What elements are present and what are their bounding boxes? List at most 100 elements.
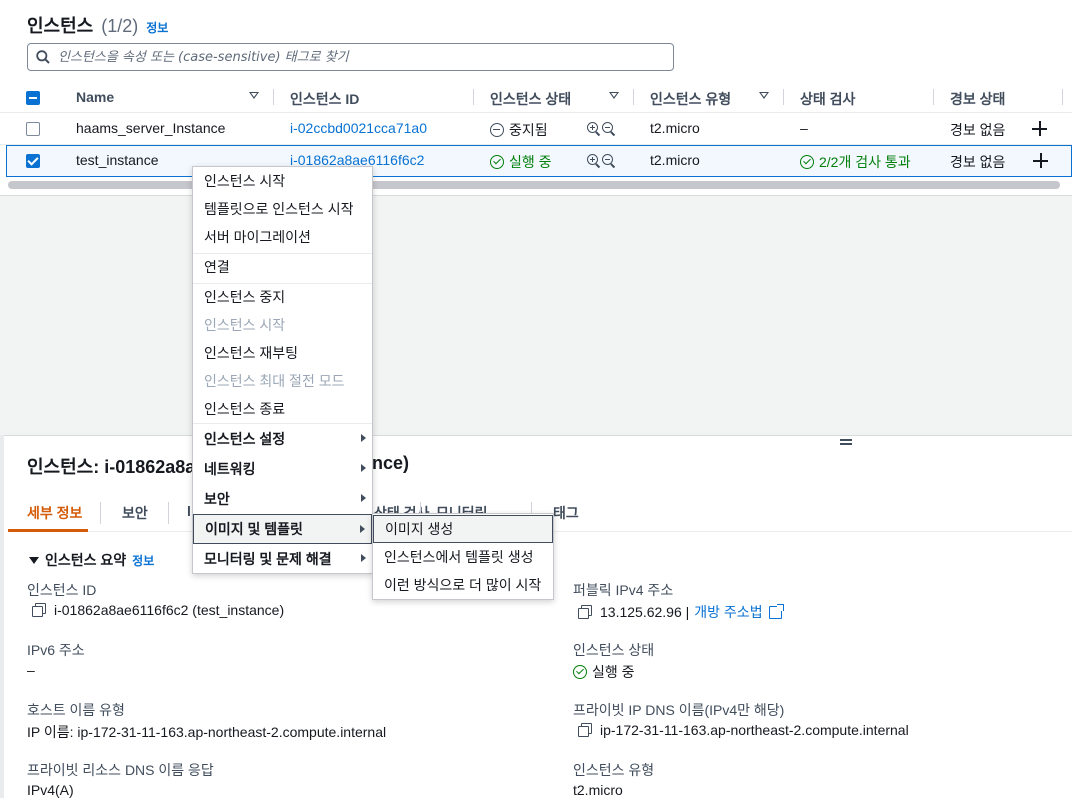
submenu-item-create-template[interactable]: 인스턴스에서 템플릿 생성 — [373, 543, 553, 571]
hostname-type-label: 호스트 이름 유형 — [27, 702, 125, 718]
search-input[interactable] — [58, 49, 658, 65]
instance-state-label: 실행 중 — [509, 154, 552, 170]
details-title: 인스턴스: i-01862a8a — [27, 457, 196, 477]
check-passed-icon — [800, 155, 814, 169]
sort-state-icon[interactable] — [609, 92, 619, 99]
summary-title: 인스턴스 요약 — [45, 552, 127, 568]
selection-count: (1/2) — [101, 16, 139, 36]
tab-divider — [168, 502, 169, 524]
menu-item-monitor-and-troubleshoot[interactable]: 모니터링 및 문제 해결 — [193, 544, 372, 574]
menu-item-networking[interactable]: 네트워킹 — [193, 454, 372, 484]
horizontal-scrollbar[interactable] — [8, 181, 1060, 189]
submenu-arrow-icon — [360, 525, 365, 533]
info-link[interactable]: 정보 — [146, 19, 168, 36]
menu-item-label: 네트워킹 — [204, 461, 256, 477]
instance-id-value: i-01862a8ae6116f6c2 (test_instance) — [32, 602, 284, 618]
column-divider[interactable] — [273, 89, 274, 105]
column-header-name[interactable]: Name — [76, 89, 114, 105]
private-ip-dns-value: ip-172-31-11-163.ap-northeast-2.compute.… — [578, 722, 909, 738]
column-header-alarm-status[interactable]: 경보 상태 — [950, 89, 1005, 109]
state-zoom-controls — [587, 122, 616, 137]
submenu-item-launch-more-like-this[interactable]: 이런 방식으로 더 많이 시작 — [373, 571, 553, 599]
image-templates-submenu: 이미지 생성 인스턴스에서 템플릿 생성 이런 방식으로 더 많이 시작 — [372, 513, 554, 600]
menu-item-terminate-instance[interactable]: 인스턴스 종료 — [193, 395, 372, 423]
add-alarm-icon[interactable] — [1033, 153, 1048, 168]
external-link-icon[interactable] — [768, 603, 784, 619]
instance-state: 중지됨 — [490, 120, 548, 140]
instance-state-label: 인스턴스 상태 — [573, 642, 655, 658]
menu-item-launch-instance[interactable]: 인스턴스 시작 — [193, 167, 372, 195]
zoom-in-icon[interactable] — [587, 154, 601, 169]
private-ip-dns-text: ip-172-31-11-163.ap-northeast-2.compute.… — [600, 722, 909, 738]
menu-item-image-and-templates[interactable]: 이미지 및 템플릿 — [193, 514, 372, 544]
menu-item-start-instance[interactable]: 인스턴스 시작 — [193, 311, 372, 339]
copy-icon[interactable] — [578, 723, 592, 737]
submenu-arrow-icon — [361, 434, 366, 442]
row-checkbox[interactable] — [26, 154, 40, 168]
search-bar[interactable] — [27, 43, 674, 71]
column-divider[interactable] — [933, 89, 934, 105]
instance-name: haams_server_Instance — [76, 120, 226, 136]
select-all-checkbox[interactable] — [26, 91, 40, 105]
menu-item-reboot-instance[interactable]: 인스턴스 재부팅 — [193, 339, 372, 367]
submenu-item-create-image[interactable]: 이미지 생성 — [373, 515, 553, 543]
alarm-status: 경보 없음 — [950, 122, 1006, 138]
row-checkbox[interactable] — [26, 122, 40, 136]
running-icon — [573, 665, 587, 679]
menu-item-launch-from-template[interactable]: 템플릿으로 인스턴스 시작 — [193, 195, 372, 223]
page-title: 인스턴스 — [27, 16, 94, 36]
menu-item-label: 인스턴스 설정 — [204, 431, 286, 447]
zoom-in-icon[interactable] — [587, 122, 601, 137]
table-row-selected[interactable]: test_instance i-01862a8ae6116f6c2 실행 중 t… — [6, 145, 1072, 177]
column-header-instance-id[interactable]: 인스턴스 ID — [290, 89, 359, 109]
submenu-arrow-icon — [361, 494, 366, 502]
instance-id-text: i-01862a8ae6116f6c2 (test_instance) — [54, 602, 285, 618]
tab-tags[interactable]: 태그 — [553, 503, 579, 523]
summary-header[interactable]: 인스턴스 요약 정보 — [29, 550, 154, 570]
instance-state-label: 중지됨 — [509, 122, 548, 138]
column-divider[interactable] — [473, 89, 474, 105]
column-divider[interactable] — [1062, 89, 1063, 105]
copy-icon[interactable] — [32, 603, 46, 617]
sort-name-icon[interactable] — [249, 92, 259, 99]
instance-state-value: 실행 중 — [573, 662, 635, 682]
instance-state-text: 실행 중 — [592, 664, 635, 680]
sort-type-icon[interactable] — [759, 92, 769, 99]
tab-security[interactable]: 보안 — [122, 503, 148, 523]
stopped-icon — [490, 123, 504, 137]
column-header-instance-state[interactable]: 인스턴스 상태 — [490, 89, 571, 109]
private-dns-value: IPv4(A) — [27, 782, 74, 798]
zoom-out-icon[interactable] — [602, 154, 616, 169]
private-dns-label: 프라이빗 리소스 DNS 이름 응답 — [27, 762, 214, 778]
table-row[interactable]: haams_server_Instance i-02ccbd0021cca71a… — [0, 113, 1072, 145]
column-divider[interactable] — [783, 89, 784, 105]
column-header-instance-type[interactable]: 인스턴스 유형 — [650, 89, 731, 109]
tab-details[interactable]: 세부 정보 — [27, 503, 82, 523]
page-header: 인스턴스 (1/2) 정보 — [27, 12, 168, 38]
status-check: 2/2개 검사 통과 — [800, 152, 911, 172]
menu-item-connect[interactable]: 연결 — [193, 253, 372, 281]
instance-name: test_instance — [76, 152, 159, 168]
column-header-status-check[interactable]: 상태 검사 — [800, 89, 855, 109]
menu-item-hibernate-instance[interactable]: 인스턴스 최대 절전 모드 — [193, 367, 372, 395]
left-edge — [0, 435, 4, 798]
summary-info-link[interactable]: 정보 — [132, 552, 154, 569]
instance-id-link[interactable]: i-02ccbd0021cca71a0 — [290, 120, 427, 136]
zoom-out-icon[interactable] — [602, 122, 616, 137]
add-alarm-icon[interactable] — [1032, 121, 1047, 136]
menu-item-stop-instance[interactable]: 인스턴스 중지 — [193, 283, 372, 311]
instance-id-label: 인스턴스 ID — [27, 582, 97, 598]
ipv6-value: – — [27, 662, 35, 678]
menu-item-server-migration[interactable]: 서버 마이그레이션 — [193, 223, 372, 251]
instance-type-value: t2.micro — [573, 782, 623, 798]
column-divider[interactable] — [633, 89, 634, 105]
public-ipv4-label: 퍼블릭 IPv4 주소 — [573, 582, 674, 598]
resize-handle-icon[interactable] — [840, 439, 852, 445]
open-address-link[interactable]: 개방 주소법 — [694, 602, 762, 622]
tab-networking[interactable]: l — [187, 503, 191, 519]
menu-item-instance-settings[interactable]: 인스턴스 설정 — [193, 424, 372, 454]
caret-down-icon[interactable] — [29, 556, 39, 564]
copy-icon[interactable] — [578, 605, 592, 619]
menu-item-security[interactable]: 보안 — [193, 484, 372, 514]
status-check-label: 2/2개 검사 통과 — [819, 154, 911, 170]
